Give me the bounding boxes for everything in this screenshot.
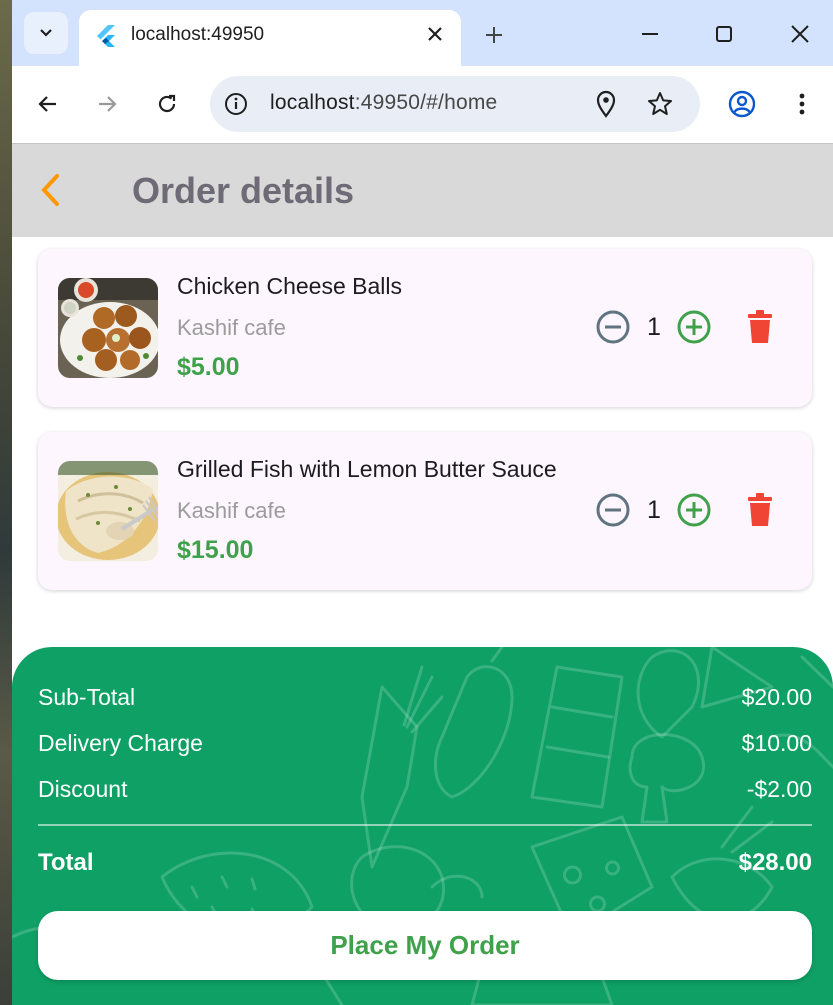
close-icon (791, 25, 809, 43)
chevron-down-icon (40, 29, 52, 37)
total-label: Total (38, 849, 94, 876)
cart-item: Grilled Fish with Lemon Butter Sauce Kas… (38, 432, 812, 590)
item-quantity: 1 (647, 313, 661, 341)
tab-close-button[interactable] (423, 22, 447, 46)
new-tab-button[interactable] (479, 20, 509, 50)
delivery-value: $10.00 (741, 730, 812, 756)
star-icon[interactable] (646, 90, 674, 118)
chevron-left-icon (41, 174, 59, 206)
arrow-left-icon (38, 96, 56, 112)
plus-icon (486, 27, 502, 43)
cart-item: Chicken Cheese Balls Kashif cafe $5.00 1 (38, 249, 812, 407)
app-back-button[interactable] (32, 170, 68, 210)
discount-value: -$2.00 (746, 776, 812, 802)
item-name: Chicken Cheese Balls (177, 273, 403, 299)
increase-quantity-button[interactable] (676, 492, 712, 528)
app-bar: Order details (12, 143, 833, 237)
increase-quantity-button[interactable] (676, 309, 712, 345)
cart-list: Chicken Cheese Balls Kashif cafe $5.00 1 (12, 237, 833, 647)
maximize-icon (716, 26, 732, 42)
tab-title: localhost:49950 (131, 24, 265, 45)
delivery-label: Delivery Charge (38, 730, 203, 756)
browser-tab[interactable]: localhost:49950 (79, 10, 461, 66)
place-order-button[interactable]: Place My Order (38, 911, 812, 980)
food-photo-icon (58, 461, 158, 561)
tab-search-button[interactable] (24, 12, 68, 54)
maximize-button[interactable] (704, 18, 744, 50)
profile-icon[interactable] (726, 88, 758, 120)
location-pin-icon[interactable] (594, 90, 618, 118)
item-shop: Kashif cafe (177, 498, 286, 523)
delete-item-button[interactable] (745, 309, 775, 345)
item-shop: Kashif cafe (177, 315, 286, 340)
info-icon[interactable] (224, 92, 248, 116)
item-name: Grilled Fish with Lemon Butter Sauce (177, 456, 557, 482)
page-title: Order details (132, 170, 355, 211)
subtotal-row: Sub-Total $20.00 (38, 684, 812, 711)
total-row: Total $28.00 (38, 849, 812, 877)
order-summary-panel: Sub-Total $20.00 Delivery Charge $10.00 … (12, 647, 833, 1005)
tab-strip: localhost:49950 (12, 0, 833, 66)
desktop-background (0, 0, 12, 1005)
decrease-quantity-button[interactable] (595, 309, 631, 345)
browser-toolbar: localhost:49950/#/home (12, 66, 833, 143)
delete-item-button[interactable] (745, 492, 775, 528)
minimize-button[interactable] (630, 18, 670, 50)
discount-row: Discount -$2.00 (38, 776, 812, 803)
minimize-icon (642, 33, 658, 35)
forward-button[interactable] (89, 86, 125, 122)
item-price: $15.00 (177, 536, 254, 564)
address-bar[interactable]: localhost:49950/#/home (210, 76, 700, 132)
menu-button[interactable] (790, 88, 814, 120)
item-quantity: 1 (647, 496, 661, 524)
window-close-button[interactable] (780, 18, 820, 50)
more-vertical-icon (799, 93, 805, 115)
item-price: $5.00 (177, 353, 240, 381)
flutter-icon (97, 25, 115, 47)
arrow-right-icon (99, 96, 117, 112)
summary-divider (38, 824, 812, 826)
discount-label: Discount (38, 776, 128, 802)
browser-window: localhost:49950 localhost:49950/#/home O… (12, 0, 833, 1005)
delivery-row: Delivery Charge $10.00 (38, 730, 812, 757)
url-path: :49950/#/home (354, 91, 498, 114)
subtotal-label: Sub-Total (38, 684, 136, 710)
url-text[interactable]: localhost:49950/#/home (270, 91, 497, 115)
subtotal-value: $20.00 (741, 684, 812, 710)
decrease-quantity-button[interactable] (595, 492, 631, 528)
close-icon (428, 27, 442, 41)
back-button[interactable] (30, 86, 66, 122)
item-image (58, 461, 158, 561)
url-host: localhost (270, 91, 355, 114)
food-photo-icon (58, 278, 158, 378)
reload-button[interactable] (149, 86, 185, 122)
reload-icon (158, 94, 176, 113)
item-image (58, 278, 158, 378)
total-value: $28.00 (738, 849, 812, 876)
